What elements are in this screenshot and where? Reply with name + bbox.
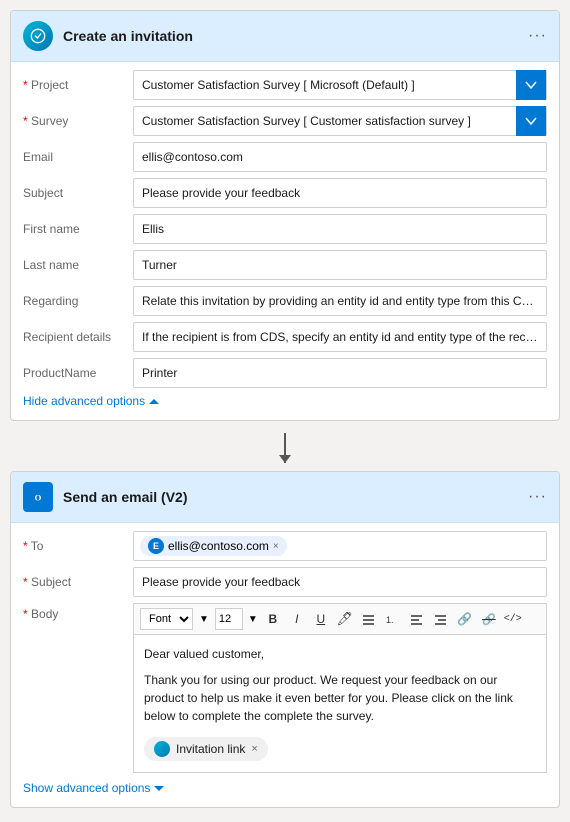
code-button[interactable]: </> xyxy=(503,608,523,630)
recipient-input[interactable] xyxy=(133,322,547,352)
project-value: Customer Satisfaction Survey [ Microsoft… xyxy=(134,73,516,97)
unordered-list-button[interactable] xyxy=(359,608,379,630)
to-avatar: E xyxy=(148,538,164,554)
to-email-remove-button[interactable]: × xyxy=(273,541,279,552)
body-line2: Thank you for using our product. We requ… xyxy=(144,671,536,725)
project-dropdown-arrow[interactable] xyxy=(516,70,546,100)
project-label: Project xyxy=(23,78,133,92)
survey-value: Customer Satisfaction Survey [ Customer … xyxy=(134,109,516,133)
lastname-label: Last name xyxy=(23,258,133,272)
recipient-row: Recipient details xyxy=(23,322,547,352)
invitation-tag-icon xyxy=(154,741,170,757)
to-email-tag: E ellis@contoso.com × xyxy=(140,536,287,556)
to-field[interactable]: E ellis@contoso.com × xyxy=(133,531,547,561)
card1-header: Create an invitation ··· xyxy=(11,11,559,62)
align-right-button[interactable] xyxy=(431,608,451,630)
email-subject-input[interactable] xyxy=(133,567,547,597)
svg-text:O: O xyxy=(35,492,42,502)
toolbar-dropdown-arrow: ▼ xyxy=(199,614,209,625)
productname-label: ProductName xyxy=(23,366,133,380)
arrow-down-icon xyxy=(284,433,286,463)
italic-button[interactable]: I xyxy=(287,608,307,630)
subject-row: Subject xyxy=(23,178,547,208)
to-row: To E ellis@contoso.com × xyxy=(23,531,547,561)
link-button[interactable]: 🔗 xyxy=(455,608,475,630)
bold-button[interactable]: B xyxy=(263,608,283,630)
card1-body: Project Customer Satisfaction Survey [ M… xyxy=(11,62,559,420)
chevron-down-icon xyxy=(154,786,164,791)
project-dropdown[interactable]: Customer Satisfaction Survey [ Microsoft… xyxy=(133,70,547,100)
chevron-up-icon xyxy=(149,399,159,404)
email-input[interactable] xyxy=(133,142,547,172)
email-label: Email xyxy=(23,150,133,164)
body-editor[interactable]: Dear valued customer, Thank you for usin… xyxy=(133,634,547,773)
body-line1: Dear valued customer, xyxy=(144,645,536,663)
invitation-tag-remove-button[interactable]: × xyxy=(251,741,257,758)
firstname-input[interactable] xyxy=(133,214,547,244)
recipient-label: Recipient details xyxy=(23,330,133,344)
hide-advanced-button[interactable]: Hide advanced options xyxy=(23,394,547,408)
firstname-row: First name xyxy=(23,214,547,244)
subject-input[interactable] xyxy=(133,178,547,208)
lastname-row: Last name xyxy=(23,250,547,280)
regarding-label: Regarding xyxy=(23,294,133,308)
show-advanced-button[interactable]: Show advanced options xyxy=(23,781,547,795)
font-size-arrow: ▼ xyxy=(248,614,258,625)
invitation-link-tag: Invitation link × xyxy=(144,737,268,761)
card1-menu-button[interactable]: ··· xyxy=(528,27,547,45)
card2-title: Send an email (V2) xyxy=(63,489,528,505)
svg-text:1.: 1. xyxy=(386,615,394,625)
email-subject-label: Subject xyxy=(23,575,133,589)
survey-icon xyxy=(23,21,53,51)
body-row: Body Font ▼ ▼ B I U 🖊 xyxy=(23,603,547,773)
card2-header: O Send an email (V2) ··· xyxy=(11,472,559,523)
font-select[interactable]: Font xyxy=(140,608,193,630)
subject-label: Subject xyxy=(23,186,133,200)
underline-button[interactable]: U xyxy=(311,608,331,630)
survey-label: Survey xyxy=(23,114,133,128)
to-email-value: ellis@contoso.com xyxy=(168,539,269,553)
email-row: Email xyxy=(23,142,547,172)
email-subject-row: Subject xyxy=(23,567,547,597)
outlook-icon: O xyxy=(23,482,53,512)
send-email-card: O Send an email (V2) ··· To E ellis@cont… xyxy=(10,471,560,808)
survey-dropdown-arrow[interactable] xyxy=(516,106,546,136)
regarding-input[interactable] xyxy=(133,286,547,316)
lastname-input[interactable] xyxy=(133,250,547,280)
survey-row: Survey Customer Satisfaction Survey [ Cu… xyxy=(23,106,547,136)
body-label: Body xyxy=(23,603,133,621)
create-invitation-card: Create an invitation ··· Project Custome… xyxy=(10,10,560,421)
card2-menu-button[interactable]: ··· xyxy=(528,488,547,506)
productname-row: ProductName xyxy=(23,358,547,388)
regarding-row: Regarding xyxy=(23,286,547,316)
highlight-button[interactable]: 🖊 xyxy=(335,608,355,630)
card2-body: To E ellis@contoso.com × Subject Body Fo… xyxy=(11,523,559,807)
invitation-tag-label: Invitation link xyxy=(176,740,245,758)
align-left-button[interactable] xyxy=(407,608,427,630)
unlink-button[interactable]: 🔗 xyxy=(479,608,499,630)
card1-title: Create an invitation xyxy=(63,28,528,44)
project-row: Project Customer Satisfaction Survey [ M… xyxy=(23,70,547,100)
firstname-label: First name xyxy=(23,222,133,236)
flow-connector xyxy=(284,425,286,471)
to-label: To xyxy=(23,539,133,553)
body-editor-wrapper: Font ▼ ▼ B I U 🖊 1. xyxy=(133,603,547,773)
survey-dropdown[interactable]: Customer Satisfaction Survey [ Customer … xyxy=(133,106,547,136)
body-toolbar: Font ▼ ▼ B I U 🖊 1. xyxy=(133,603,547,634)
font-size-input[interactable] xyxy=(215,608,243,630)
productname-input[interactable] xyxy=(133,358,547,388)
ordered-list-button[interactable]: 1. xyxy=(383,608,403,630)
